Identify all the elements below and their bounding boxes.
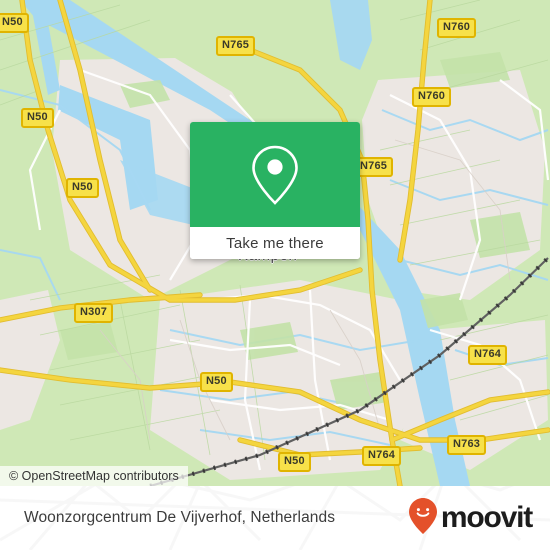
road-shield: N50 — [66, 178, 99, 198]
footer-bar: Woonzorgcentrum De Vijverhof, Netherland… — [0, 486, 550, 550]
road-shield: N765 — [216, 36, 256, 56]
road-shield: N50 — [0, 13, 29, 33]
road-shield: N50 — [21, 108, 54, 128]
moovit-location-card: Kampen N50 N765 N760 N50 N760 N50 N765 N… — [0, 0, 550, 550]
road-shield: N50 — [200, 372, 233, 392]
map-canvas[interactable]: Kampen N50 N765 N760 N50 N760 N50 N765 N… — [0, 0, 550, 486]
road-shield: N764 — [362, 446, 402, 466]
map-attribution[interactable]: © OpenStreetMap contributors — [0, 466, 188, 486]
take-me-there-button[interactable]: Take me there — [190, 227, 360, 259]
location-title: Woonzorgcentrum De Vijverhof, Netherland… — [24, 509, 336, 526]
moovit-logo[interactable]: moovit — [408, 497, 533, 540]
road-shield: N760 — [412, 87, 452, 107]
road-shield: N307 — [74, 303, 114, 323]
road-shield: N763 — [447, 435, 487, 455]
moovit-wordmark: moovit — [440, 501, 533, 534]
road-shield: N760 — [437, 18, 477, 38]
road-shield: N50 — [278, 452, 311, 472]
destination-card[interactable]: Take me there — [190, 122, 360, 259]
card-icon-area — [190, 122, 360, 227]
moovit-pin-icon — [408, 497, 438, 540]
road-shield: N764 — [468, 345, 508, 365]
map-pin-icon — [248, 143, 302, 207]
